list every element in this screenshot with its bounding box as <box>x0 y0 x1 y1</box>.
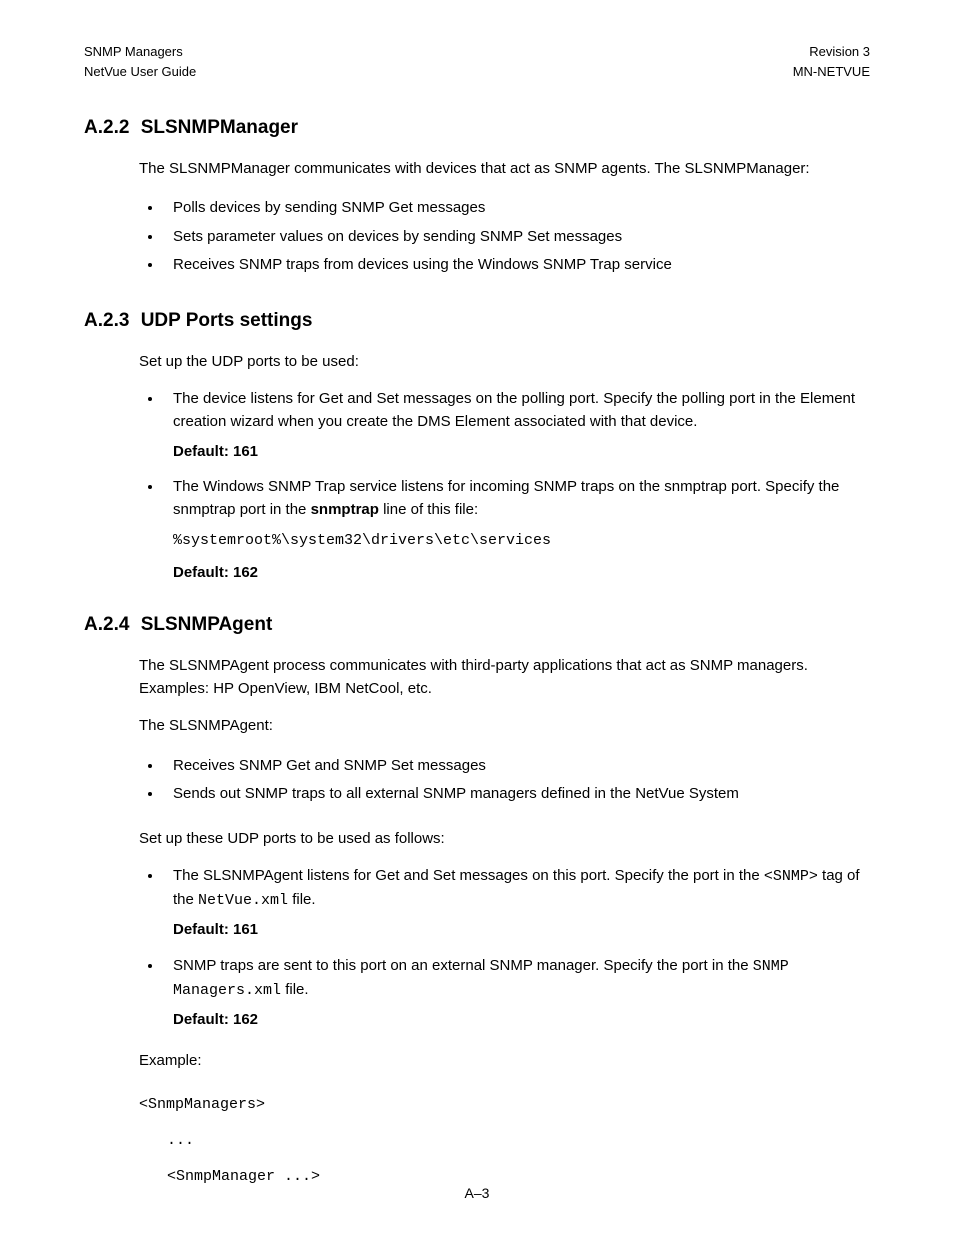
header-left: SNMP Managers NetVue User Guide <box>84 42 196 81</box>
bullet-list: The device listens for Get and Set messa… <box>139 387 870 584</box>
item-text-part: line of this file: <box>379 501 478 518</box>
header-left-line2: NetVue User Guide <box>84 62 196 82</box>
heading-a22: A.2.2 SLSNMPManager <box>84 117 870 139</box>
default-label: Default: 162 <box>173 1008 870 1031</box>
intro-text-2: The SLSNMPAgent: <box>139 714 870 737</box>
header-right-line1: Revision 3 <box>793 42 870 62</box>
heading-a24: A.2.4 SLSNMPAgent <box>84 614 870 636</box>
page: SNMP Managers NetVue User Guide Revision… <box>0 0 954 1235</box>
header-right: Revision 3 MN-NETVUE <box>793 42 870 81</box>
code-inline: NetVue.xml <box>198 892 288 909</box>
code-example: <SnmpManagers> ... <SnmpManager ...> <box>139 1087 870 1195</box>
code-path: %systemroot%\system32\drivers\etc\servic… <box>173 529 870 552</box>
section-a24: A.2.4 SLSNMPAgent The SLSNMPAgent proces… <box>84 614 870 1195</box>
code-inline: <SNMP> <box>764 868 818 885</box>
heading-number: A.2.2 <box>84 117 129 139</box>
default-label: Default: 161 <box>173 440 870 463</box>
intro-text: The SLSNMPManager communicates with devi… <box>139 157 870 180</box>
section-body: Set up the UDP ports to be used: The dev… <box>139 350 870 584</box>
section-body: The SLSNMPAgent process communicates wit… <box>139 654 870 1195</box>
page-number: A–3 <box>465 1185 490 1201</box>
item-text: The device listens for Get and Set messa… <box>173 390 855 430</box>
bullet-list: Polls devices by sending SNMP Get messag… <box>139 194 870 280</box>
list-item: Receives SNMP Get and SNMP Set messages <box>163 752 870 781</box>
item-text-part: SNMP traps are sent to this port on an e… <box>173 957 753 974</box>
default-label: Default: 161 <box>173 918 870 941</box>
intro-text-1: The SLSNMPAgent process communicates wit… <box>139 654 870 701</box>
list-item: Sends out SNMP traps to all external SNM… <box>163 780 870 809</box>
list-item: Polls devices by sending SNMP Get messag… <box>163 194 870 223</box>
heading-title: SLSNMPManager <box>141 117 298 138</box>
item-text-part: file. <box>281 981 309 998</box>
section-a22: A.2.2 SLSNMPManager The SLSNMPManager co… <box>84 117 870 280</box>
header-left-line1: SNMP Managers <box>84 42 196 62</box>
intro-text: Set up the UDP ports to be used: <box>139 350 870 373</box>
code-line: ... <box>139 1123 870 1159</box>
item-text-part: The SLSNMPAgent listens for Get and Set … <box>173 867 764 884</box>
example-label: Example: <box>139 1049 870 1072</box>
list-item: The Windows SNMP Trap service listens fo… <box>163 475 870 584</box>
list-item: The device listens for Get and Set messa… <box>163 387 870 463</box>
page-header: SNMP Managers NetVue User Guide Revision… <box>84 42 870 81</box>
intro-text-3: Set up these UDP ports to be used as fol… <box>139 827 870 850</box>
item-text-part: file. <box>288 891 316 908</box>
header-right-line2: MN-NETVUE <box>793 62 870 82</box>
page-footer: A–3 <box>0 1185 954 1201</box>
heading-title: SLSNMPAgent <box>141 614 273 635</box>
heading-number: A.2.4 <box>84 614 129 636</box>
heading-number: A.2.3 <box>84 310 129 332</box>
code-line: <SnmpManagers> <box>139 1087 870 1123</box>
list-item: Sets parameter values on devices by send… <box>163 223 870 252</box>
bullet-list-1: Receives SNMP Get and SNMP Set messages … <box>139 752 870 809</box>
item-text-part: The Windows SNMP Trap service listens fo… <box>173 478 839 518</box>
section-a23: A.2.3 UDP Ports settings Set up the UDP … <box>84 310 870 584</box>
list-item: Receives SNMP traps from devices using t… <box>163 251 870 280</box>
section-body: The SLSNMPManager communicates with devi… <box>139 157 870 280</box>
list-item: The SLSNMPAgent listens for Get and Set … <box>163 864 870 942</box>
default-label: Default: 162 <box>173 561 870 584</box>
bullet-list-2: The SLSNMPAgent listens for Get and Set … <box>139 864 870 1032</box>
list-item: SNMP traps are sent to this port on an e… <box>163 954 870 1032</box>
heading-a23: A.2.3 UDP Ports settings <box>84 310 870 332</box>
bold-word: snmptrap <box>311 501 379 518</box>
heading-title: UDP Ports settings <box>141 310 313 331</box>
